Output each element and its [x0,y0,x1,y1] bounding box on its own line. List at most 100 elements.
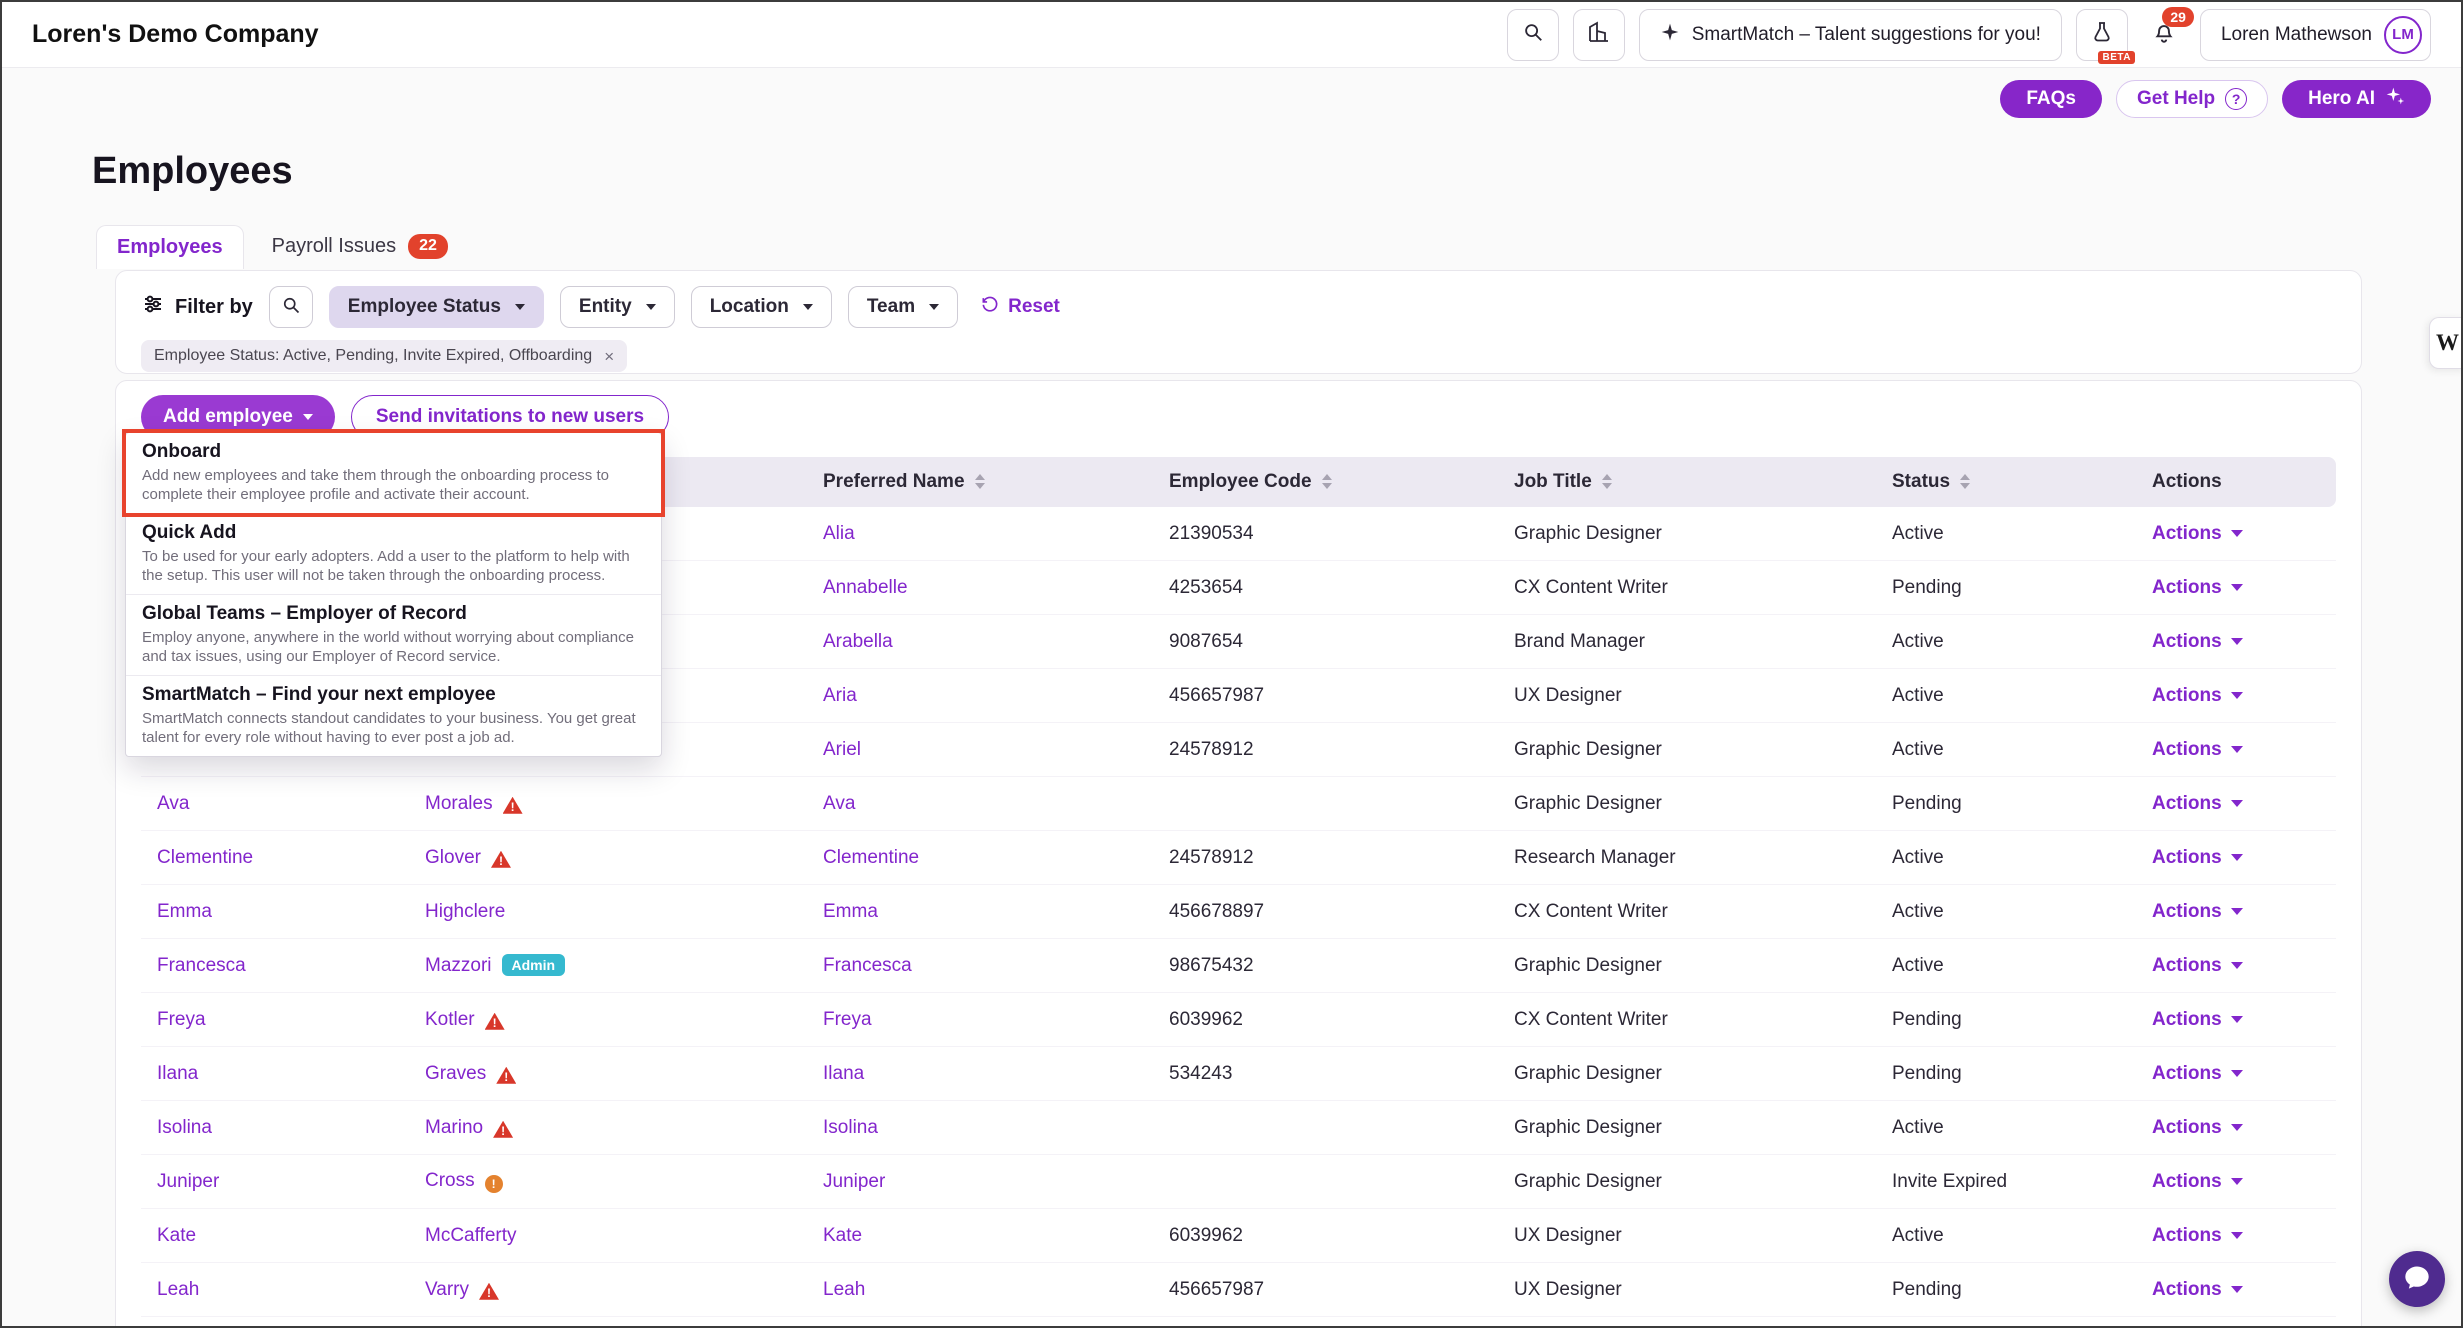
last-name-link[interactable]: Marino [425,1117,483,1138]
faqs-button[interactable]: FAQs [2000,80,2102,118]
actions-button[interactable]: Actions [2152,631,2243,653]
side-panel-tab[interactable]: W [2429,317,2463,369]
column-header[interactable]: Job Title [1498,457,1876,507]
first-name-link[interactable]: Clementine [157,847,253,868]
organisation-button[interactable] [1573,9,1625,61]
job-title-cell: Graphic Designer [1498,1101,1876,1155]
preferred-name-link[interactable]: Leah [823,1279,865,1300]
preferred-name-link[interactable]: Francesca [823,955,912,976]
preferred-name-link[interactable]: Aria [823,685,857,706]
first-name-link[interactable]: Francesca [157,955,246,976]
last-name-link[interactable]: Cross [425,1170,475,1191]
actions-cell: Actions [2136,615,2336,669]
actions-button[interactable]: Actions [2152,901,2243,923]
location-filter[interactable]: Location [691,286,832,328]
sort-icon[interactable] [1602,474,1612,489]
preferred-name-link[interactable]: Ilana [823,1063,864,1084]
send-invitations-label: Send invitations to new users [376,406,644,428]
preferred-name-link[interactable]: Ava [823,793,855,814]
get-help-button[interactable]: Get Help ? [2116,80,2268,118]
sort-icon[interactable] [1960,474,1970,489]
company-name: Loren's Demo Company [32,20,319,49]
team-filter[interactable]: Team [848,286,958,328]
user-menu-button[interactable]: Loren Mathewson LM [2200,9,2431,61]
first-name-link[interactable]: Juniper [157,1171,219,1192]
preferred-name-link[interactable]: Arabella [823,631,893,652]
actions-button[interactable]: Actions [2152,1225,2243,1247]
actions-button[interactable]: Actions [2152,577,2243,599]
preferred-name-link[interactable]: Freya [823,1009,872,1030]
first-name-link[interactable]: Ava [157,793,189,814]
first-name-link[interactable]: Kate [157,1225,196,1246]
beta-features-button[interactable]: BETA [2076,9,2128,61]
add-menu-item[interactable]: SmartMatch – Find your next employeeSmar… [126,675,661,756]
smartmatch-button[interactable]: SmartMatch – Talent suggestions for you! [1639,9,2062,61]
chevron-down-icon [646,304,656,310]
first-name-link[interactable]: Ilana [157,1063,198,1084]
preferred-name-link[interactable]: Isolina [823,1117,878,1138]
first-name-link[interactable]: Isolina [157,1117,212,1138]
add-menu-item[interactable]: Global Teams – Employer of RecordEmploy … [126,594,661,675]
caret-down-icon [2231,530,2243,537]
column-header[interactable]: Preferred Name [807,457,1153,507]
preferred-name-link[interactable]: Annabelle [823,577,908,598]
smartmatch-label: SmartMatch – Talent suggestions for you! [1692,24,2041,46]
last-name-cell: McCafferty [409,1209,807,1263]
alert-circle-icon: ! [485,1175,503,1193]
employee-code-cell [1153,1155,1498,1209]
preferred-name-cell: Arabella [807,615,1153,669]
preferred-name-link[interactable]: Juniper [823,1171,885,1192]
last-name-link[interactable]: Glover [425,847,481,868]
add-menu-item[interactable]: Quick AddTo be used for your early adopt… [126,513,661,594]
tab-employees[interactable]: Employees [96,225,244,269]
preferred-name-cell: Ilana [807,1047,1153,1101]
close-icon[interactable]: × [604,348,614,365]
reset-filters-button[interactable]: Reset [980,294,1060,320]
preferred-name-link[interactable]: Clementine [823,847,919,868]
last-name-link[interactable]: Graves [425,1063,486,1084]
actions-button[interactable]: Actions [2152,1063,2243,1085]
actions-button[interactable]: Actions [2152,685,2243,707]
search-button[interactable] [1507,9,1559,61]
add-menu-item[interactable]: OnboardAdd new employees and take them t… [126,433,661,513]
actions-button[interactable]: Actions [2152,523,2243,545]
last-name-link[interactable]: Highclere [425,901,505,922]
actions-label: Actions [2152,1171,2222,1193]
actions-cell: Actions [2136,1263,2336,1317]
first-name-cell: Juniper [141,1155,409,1209]
actions-button[interactable]: Actions [2152,739,2243,761]
last-name-link[interactable]: Morales [425,793,493,814]
column-header[interactable]: Employee Code [1153,457,1498,507]
filter-search-button[interactable] [269,286,313,328]
column-header[interactable]: Status [1876,457,2136,507]
hero-ai-button[interactable]: Hero AI [2282,80,2431,118]
preferred-name-link[interactable]: Ariel [823,739,861,760]
sort-icon[interactable] [1322,474,1332,489]
last-name-link[interactable]: Kotler [425,1009,475,1030]
first-name-link[interactable]: Leah [157,1279,199,1300]
sort-icon[interactable] [975,474,985,489]
actions-button[interactable]: Actions [2152,847,2243,869]
notifications-button[interactable]: 29 [2142,9,2186,61]
actions-button[interactable]: Actions [2152,1171,2243,1193]
actions-button[interactable]: Actions [2152,1279,2243,1301]
actions-button[interactable]: Actions [2152,1009,2243,1031]
preferred-name-link[interactable]: Emma [823,901,878,922]
preferred-name-link[interactable]: Alia [823,523,855,544]
last-name-link[interactable]: Varry [425,1279,469,1300]
actions-cell: Actions [2136,993,2336,1047]
actions-button[interactable]: Actions [2152,793,2243,815]
entity-filter[interactable]: Entity [560,286,675,328]
last-name-link[interactable]: Mazzori [425,955,492,976]
last-name-link[interactable]: McCafferty [425,1225,517,1246]
actions-button[interactable]: Actions [2152,955,2243,977]
first-name-link[interactable]: Freya [157,1009,206,1030]
preferred-name-link[interactable]: Kate [823,1225,862,1246]
actions-button[interactable]: Actions [2152,1117,2243,1139]
employee-status-filter[interactable]: Employee Status [329,286,544,328]
actions-label: Actions [2152,1009,2222,1031]
reset-label: Reset [1008,296,1060,318]
chat-launcher-button[interactable] [2389,1251,2445,1307]
first-name-link[interactable]: Emma [157,901,212,922]
tab-payroll-issues[interactable]: Payroll Issues 22 [252,224,468,269]
